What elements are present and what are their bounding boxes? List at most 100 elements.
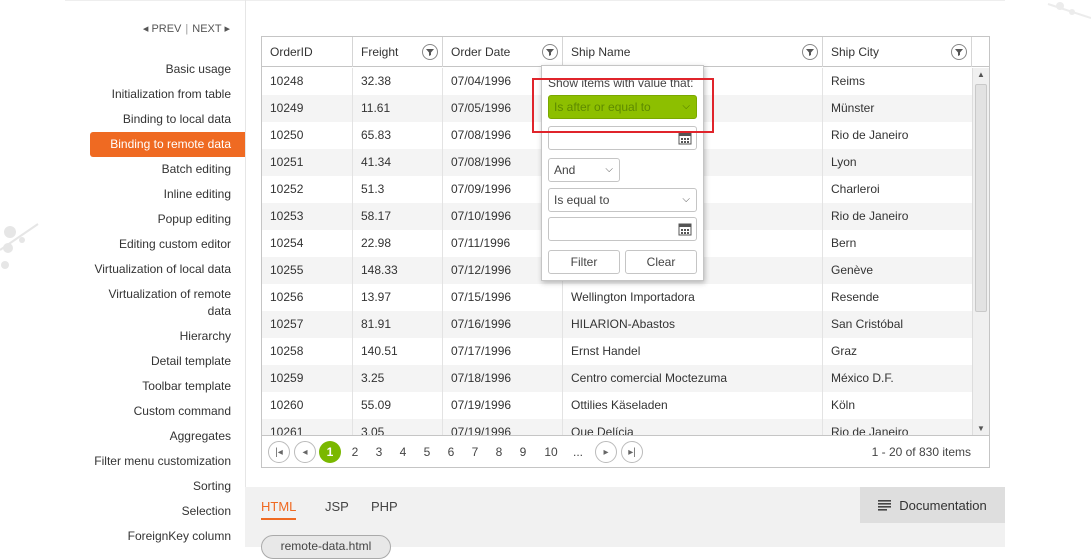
table-cell: 07/16/1996: [443, 311, 563, 338]
table-cell: 3.25: [353, 365, 443, 392]
grid-pager: |◂ ◂ 1 2 3 4 5 6 7 8 9 10... ▸ ▸| 1 - 20 of 830 i…: [262, 435, 989, 467]
file-tab[interactable]: remote-data.html: [261, 535, 391, 559]
prev-label: PREV: [151, 23, 182, 35]
documentation-button[interactable]: Documentation: [860, 487, 1005, 523]
sidebar-item[interactable]: Basic usage: [65, 57, 245, 82]
first-page-icon[interactable]: |◂: [268, 441, 290, 463]
decorative-branch: [0, 223, 39, 269]
table-cell: Rio de Janeiro: [831, 128, 909, 142]
tab-jsp[interactable]: JSP: [325, 499, 349, 514]
sidebar-item[interactable]: Hierarchy: [65, 324, 245, 349]
table-cell: 07/18/1996: [443, 365, 563, 392]
table-cell: 140.51: [353, 338, 443, 365]
page-number[interactable]: 6: [441, 441, 461, 463]
sidebar-item[interactable]: Selection: [65, 499, 245, 524]
page-number[interactable]: 4: [393, 441, 413, 463]
table-cell: Resende: [831, 290, 880, 304]
table-cell: 10248: [262, 68, 353, 95]
column-header-shipname[interactable]: Ship Name: [563, 37, 823, 67]
sidebar-item[interactable]: Batch editing: [65, 157, 245, 182]
operator-dropdown-2[interactable]: Is equal to ⌵: [548, 188, 697, 212]
tab-html[interactable]: HTML: [261, 499, 297, 520]
sidebar-item[interactable]: Inline editing: [65, 182, 245, 207]
calendar-icon[interactable]: [678, 222, 692, 236]
table-cell: Centro comercial Moctezuma: [563, 365, 823, 392]
column-header-orderid[interactable]: OrderID: [262, 37, 353, 67]
documentation-label: Documentation: [899, 497, 987, 513]
filter-icon[interactable]: [802, 44, 818, 60]
table-cell: 11.61: [353, 95, 443, 122]
table-cell: 10255: [262, 257, 353, 284]
sidebar-item[interactable]: Virtualization of local data: [65, 257, 245, 282]
table-row[interactable]: 10261 3.05 07/19/1996 Que Delícia Rio de Jan…: [262, 419, 972, 436]
column-header-shipcity[interactable]: Ship City: [823, 37, 972, 67]
page-number[interactable]: 2: [345, 441, 365, 463]
scrollbar-thumb[interactable]: [975, 84, 987, 312]
filter-icon[interactable]: [422, 44, 438, 60]
table-row[interactable]: 10258 140.51 07/17/1996 Ernst Handel Graz: [262, 338, 972, 365]
table-cell: 10252: [262, 176, 353, 203]
tab-php[interactable]: PHP: [371, 499, 398, 514]
column-title: Ship Name: [571, 45, 631, 59]
table-row[interactable]: 10256 13.97 07/15/1996 Wellington Importado…: [262, 284, 972, 311]
scroll-up-icon[interactable]: ▲: [973, 68, 989, 82]
table-cell: 10249: [262, 95, 353, 122]
page-number[interactable]: 5: [417, 441, 437, 463]
page-number[interactable]: 8: [489, 441, 509, 463]
chevron-right-icon: ▸: [224, 23, 230, 35]
sidebar-item[interactable]: Aggregates: [65, 424, 245, 449]
table-cell: 10260: [262, 392, 353, 419]
sidebar-item[interactable]: Binding to remote data: [90, 132, 245, 157]
operator-2-value: Is equal to: [554, 193, 610, 207]
table-row[interactable]: 10260 55.09 07/19/1996 Ottilies Käseladen Kö…: [262, 392, 972, 419]
sidebar-item[interactable]: ForeignKey column: [65, 524, 245, 549]
scroll-down-icon[interactable]: ▼: [973, 422, 989, 436]
next-page-icon[interactable]: ▸: [595, 441, 617, 463]
page-number[interactable]: 3: [369, 441, 389, 463]
table-cell: 07/19/1996: [443, 419, 563, 436]
next-link[interactable]: NEXT ▸: [192, 23, 230, 35]
table-row[interactable]: 10257 81.91 07/16/1996 HILARION-Abastos San …: [262, 311, 972, 338]
table-cell: Charleroi: [831, 182, 880, 196]
sidebar-item[interactable]: Filter menu customization: [65, 449, 245, 474]
vertical-scrollbar[interactable]: ▲ ▼: [972, 68, 989, 436]
page-number[interactable]: 7: [465, 441, 485, 463]
highlight-box: [532, 78, 714, 133]
date-picker-2[interactable]: [548, 217, 697, 241]
filter-icon[interactable]: [951, 44, 967, 60]
sidebar-item[interactable]: Popup editing: [65, 207, 245, 232]
column-header-freight[interactable]: Freight: [353, 37, 443, 67]
sidebar-item[interactable]: Initialization from table: [65, 82, 245, 107]
source-tabs-bar: HTML JSP PHP Documentation remote-data.h…: [245, 487, 1005, 559]
table-cell: 07/15/1996: [443, 284, 563, 311]
prev-link[interactable]: ◂ PREV: [143, 23, 182, 35]
filter-button[interactable]: Filter: [548, 250, 620, 274]
table-cell: Rio de Janeiro: [831, 209, 909, 223]
calendar-icon[interactable]: [678, 131, 692, 145]
page-number[interactable]: 1: [319, 441, 341, 463]
table-cell: 10254: [262, 230, 353, 257]
last-page-icon[interactable]: ▸|: [621, 441, 643, 463]
filter-icon[interactable]: [542, 44, 558, 60]
page-number[interactable]: 9: [513, 441, 533, 463]
table-row[interactable]: 10259 3.25 07/18/1996 Centro comercial Moct…: [262, 365, 972, 392]
sidebar-item[interactable]: Detail template: [65, 349, 245, 374]
table-cell: 10261: [262, 419, 353, 436]
table-cell: Rio de Janeiro: [831, 425, 909, 436]
sidebar-item[interactable]: Custom command: [65, 399, 245, 424]
column-header-orderdate[interactable]: Order Date: [443, 37, 563, 67]
prev-page-icon[interactable]: ◂: [294, 441, 316, 463]
sidebar-item[interactable]: Editing custom editor: [65, 232, 245, 257]
logic-dropdown[interactable]: And ⌵: [548, 158, 620, 182]
table-cell: 51.3: [353, 176, 443, 203]
sidebar-item[interactable]: Binding to local data: [65, 107, 245, 132]
sidebar-item[interactable]: Virtualization of remote data: [65, 282, 245, 324]
clear-button[interactable]: Clear: [625, 250, 697, 274]
table-cell: Ernst Handel: [563, 338, 823, 365]
table-cell: 81.91: [353, 311, 443, 338]
sidebar-item[interactable]: Sorting: [65, 474, 245, 499]
page-number[interactable]: ...: [568, 441, 588, 463]
sidebar-item[interactable]: Toolbar template: [65, 374, 245, 399]
page-number[interactable]: 10: [539, 441, 563, 463]
chevron-left-icon: ◂: [142, 23, 149, 35]
